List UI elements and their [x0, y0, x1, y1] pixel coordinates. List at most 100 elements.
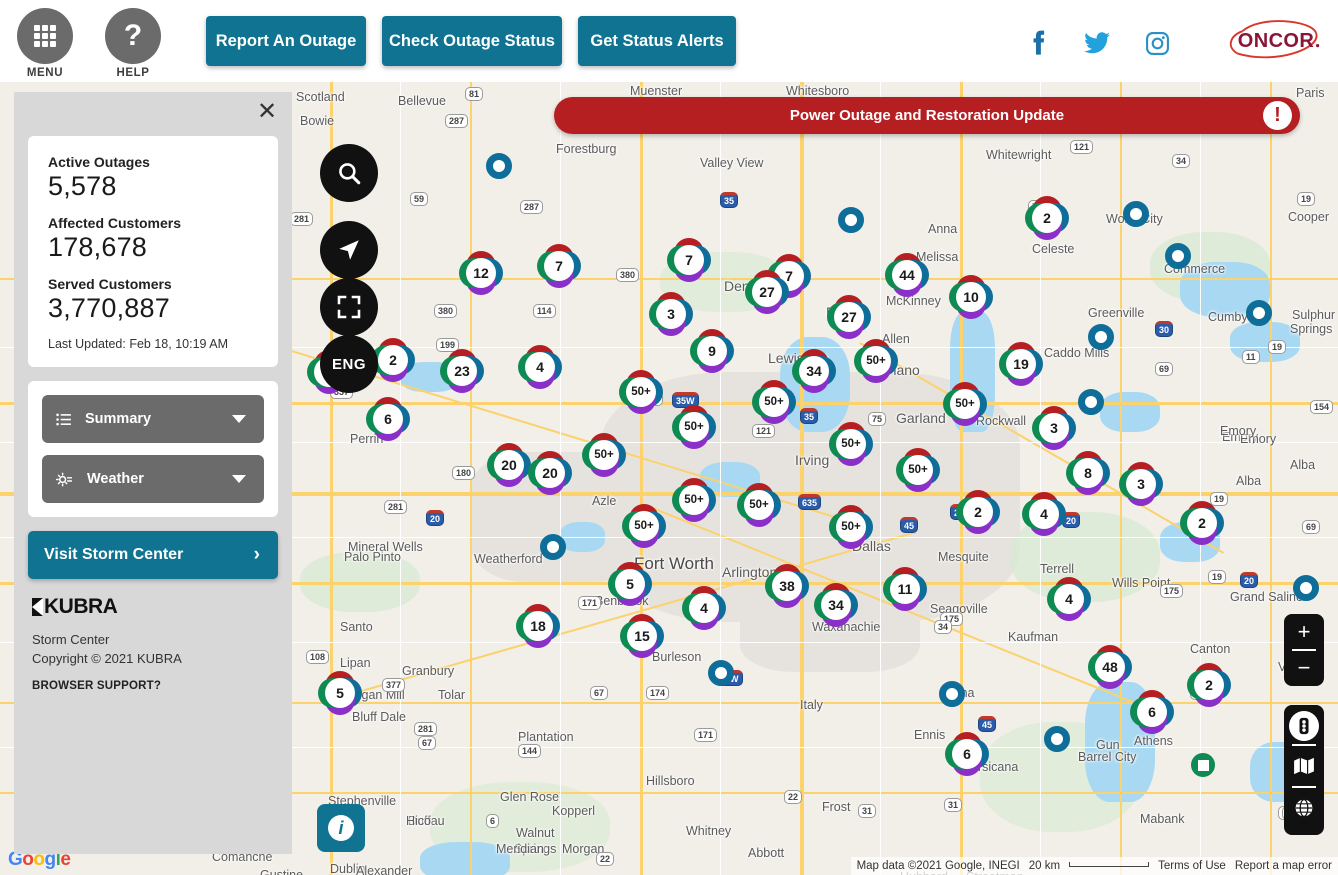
twitter-link[interactable]	[1082, 28, 1112, 58]
single-outage-marker[interactable]	[708, 660, 734, 686]
outage-cluster-marker[interactable]: 44	[885, 253, 929, 297]
outage-cluster-marker[interactable]: 50+	[619, 370, 663, 414]
outage-cluster-marker[interactable]: 50+	[672, 405, 716, 449]
outage-cluster-marker[interactable]: 50+	[622, 504, 666, 548]
visit-storm-center-button[interactable]: Visit Storm Center ›	[28, 531, 278, 579]
outage-cluster-marker[interactable]: 50+	[829, 422, 873, 466]
outage-cluster-marker[interactable]: 7	[537, 244, 581, 288]
map-search-button[interactable]	[320, 144, 378, 202]
outage-cluster-marker[interactable]: 18	[516, 604, 560, 648]
outage-cluster-marker[interactable]: 50+	[854, 339, 898, 383]
help-button[interactable]: ? HELP	[94, 8, 172, 79]
route-shield: 81	[465, 87, 484, 101]
outage-cluster-marker[interactable]: 27	[745, 270, 789, 314]
outage-cluster-marker[interactable]: 20	[528, 451, 572, 495]
traffic-toggle-button[interactable]	[1289, 711, 1319, 741]
single-outage-marker[interactable]	[486, 153, 512, 179]
place-label: Abbott	[748, 846, 785, 860]
outage-cluster-marker[interactable]: 6	[1130, 690, 1174, 734]
report-map-error-link[interactable]: Report a map error	[1235, 860, 1332, 872]
outage-cluster-marker[interactable]: 50+	[752, 380, 796, 424]
report-outage-button[interactable]: Report An Outage	[206, 16, 366, 66]
outage-cluster-marker[interactable]: 38	[765, 564, 809, 608]
outage-count-label: 2	[1194, 670, 1224, 700]
fullscreen-button[interactable]	[320, 278, 378, 336]
outage-cluster-marker[interactable]: 19	[999, 342, 1043, 386]
get-status-alerts-button[interactable]: Get Status Alerts	[578, 16, 736, 66]
single-outage-marker[interactable]	[1123, 201, 1149, 227]
language-button[interactable]: ENG	[320, 335, 378, 393]
oncor-logo[interactable]: ONCOR	[1228, 18, 1324, 62]
outage-cluster-marker[interactable]: 5	[608, 562, 652, 606]
check-outage-status-button[interactable]: Check Outage Status	[382, 16, 562, 66]
globe-button[interactable]	[1287, 791, 1321, 825]
summary-dropdown[interactable]: Summary	[42, 395, 264, 443]
single-outage-marker[interactable]	[1293, 575, 1319, 601]
outage-cluster-marker[interactable]: 20	[487, 443, 531, 487]
zoom-out-button[interactable]: −	[1284, 650, 1324, 686]
outage-cluster-marker[interactable]: 50+	[829, 505, 873, 549]
outage-cluster-marker[interactable]: 3	[1119, 462, 1163, 506]
outage-cluster-marker[interactable]: 2	[956, 490, 1000, 534]
single-outage-marker[interactable]	[939, 681, 965, 707]
single-outage-marker[interactable]	[540, 534, 566, 560]
outage-cluster-marker[interactable]: 50+	[672, 478, 716, 522]
outage-cluster-marker[interactable]: 50+	[737, 483, 781, 527]
outage-cluster-marker[interactable]: 4	[1047, 577, 1091, 621]
outage-cluster-marker[interactable]: 10	[949, 275, 993, 319]
outage-cluster-marker[interactable]: 4	[682, 586, 726, 630]
close-icon[interactable]: ✕	[254, 100, 280, 126]
outage-cluster-marker[interactable]: 7	[667, 238, 711, 282]
outage-cluster-marker[interactable]: 34	[792, 349, 836, 393]
outage-cluster-marker[interactable]: 6	[945, 732, 989, 776]
single-outage-marker[interactable]	[838, 207, 864, 233]
map-layers-button[interactable]	[1287, 749, 1321, 783]
outage-cluster-marker[interactable]: 3	[1032, 406, 1076, 450]
map-layer-control[interactable]	[1284, 705, 1324, 835]
outage-cluster-marker[interactable]: 27	[827, 295, 871, 339]
interstate-shield: 20	[426, 510, 445, 526]
outage-cluster-marker[interactable]: 50+	[943, 382, 987, 426]
terms-of-use-link[interactable]: Terms of Use	[1158, 860, 1226, 872]
outage-update-banner[interactable]: Power Outage and Restoration Update !	[554, 97, 1300, 134]
outage-cluster-marker[interactable]: 4	[518, 345, 562, 389]
zoom-control[interactable]: + −	[1284, 614, 1324, 686]
facebook-link[interactable]	[1024, 28, 1054, 58]
outage-cluster-marker[interactable]: 4	[1022, 492, 1066, 536]
single-outage-marker[interactable]	[1165, 243, 1191, 269]
outage-cluster-marker[interactable]: 9	[690, 329, 734, 373]
outage-cluster-marker[interactable]: 11	[883, 567, 927, 611]
outage-cluster-marker[interactable]: 12	[459, 251, 503, 295]
outage-cluster-marker[interactable]: 23	[440, 349, 484, 393]
instagram-link[interactable]	[1142, 28, 1172, 58]
single-outage-marker[interactable]	[1246, 300, 1272, 326]
help-circle[interactable]: ?	[105, 8, 161, 64]
outage-cluster-marker[interactable]: 34	[814, 583, 858, 627]
outage-cluster-marker[interactable]: 2	[1187, 663, 1231, 707]
browser-support-link[interactable]: BROWSER SUPPORT?	[32, 678, 292, 695]
map-info-button[interactable]: i	[317, 804, 365, 852]
menu-circle[interactable]	[17, 8, 73, 64]
menu-button[interactable]: MENU	[6, 8, 84, 79]
single-outage-marker[interactable]	[1088, 324, 1114, 350]
square-icon	[1197, 759, 1209, 771]
locate-me-button[interactable]	[320, 221, 378, 279]
outage-cluster-marker[interactable]: 5	[318, 671, 362, 715]
weather-dropdown[interactable]: Weather	[42, 455, 264, 503]
menu-label: MENU	[26, 67, 64, 79]
outage-cluster-marker[interactable]: 8	[1066, 451, 1110, 495]
single-outage-marker[interactable]	[1044, 726, 1070, 752]
outage-cluster-marker[interactable]: 2	[1025, 196, 1069, 240]
outage-cluster-marker[interactable]: 2	[1180, 501, 1224, 545]
restored-marker[interactable]	[1191, 753, 1215, 777]
facebook-icon	[1033, 30, 1045, 55]
outage-cluster-marker[interactable]: 15	[620, 614, 664, 658]
outage-cluster-marker[interactable]: 50+	[582, 433, 626, 477]
zoom-in-button[interactable]: +	[1284, 614, 1324, 650]
outage-cluster-marker[interactable]: 50+	[896, 448, 940, 492]
oncor-wordmark: ONCOR	[1238, 30, 1315, 52]
outage-cluster-marker[interactable]: 6	[366, 397, 410, 441]
outage-cluster-marker[interactable]: 48	[1088, 645, 1132, 689]
outage-cluster-marker[interactable]: 3	[649, 292, 693, 336]
single-outage-marker[interactable]	[1078, 389, 1104, 415]
